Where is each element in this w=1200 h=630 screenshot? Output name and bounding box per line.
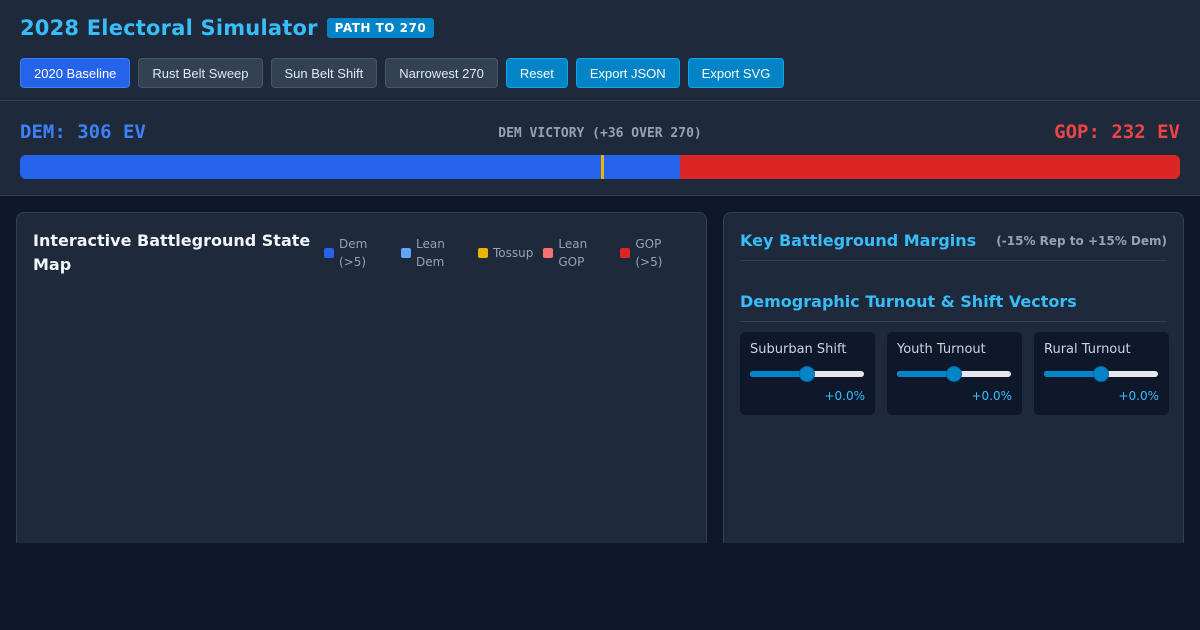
legend-swatch-tossup	[478, 248, 488, 258]
legend-swatch-lean-gop	[543, 248, 554, 258]
threshold-270-marker	[601, 155, 605, 179]
victory-status: DEM VICTORY (+36 OVER 270)	[498, 126, 702, 141]
slider-value: +0.0%	[1118, 389, 1159, 403]
slider-card-rural-turnout: Rural Turnout +0.0%	[1034, 332, 1169, 415]
slider-value: +0.0%	[824, 389, 865, 403]
app-title: 2028 Electoral Simulator	[20, 16, 318, 40]
ev-tally: DEM: 306 EV DEM VICTORY (+36 OVER 270) G…	[0, 101, 1200, 196]
slider-thumb[interactable]	[946, 366, 962, 382]
youth-turnout-slider[interactable]	[897, 366, 1011, 382]
app-header: 2028 Electoral Simulator PATH TO 270 202…	[0, 0, 1200, 101]
slider-value: +0.0%	[971, 389, 1012, 403]
margins-title: Key Battleground Margins	[740, 231, 977, 250]
sun-belt-shift-button[interactable]: Sun Belt Shift	[270, 58, 378, 88]
slider-thumb[interactable]	[799, 366, 815, 382]
slider-thumb[interactable]	[1093, 366, 1109, 382]
legend-label: Lean GOP	[558, 237, 588, 269]
narrowest-270-button[interactable]: Narrowest 270	[385, 58, 498, 88]
suburban-shift-slider[interactable]	[750, 366, 864, 382]
legend-item-tossup: Tossup	[478, 244, 533, 262]
margins-range-note: (-15% Rep to +15% Dem)	[996, 233, 1167, 248]
legend-swatch-dem-safe	[324, 248, 334, 258]
export-json-button[interactable]: Export JSON	[575, 58, 680, 88]
export-svg-button[interactable]: Export SVG	[687, 58, 785, 88]
legend-swatch-lean-dem	[401, 248, 411, 258]
legend-item-lean-dem: Lean Dem	[401, 235, 468, 271]
slider-card-suburban-shift: Suburban Shift +0.0%	[740, 332, 875, 415]
path-badge: PATH TO 270	[326, 18, 435, 38]
legend-swatch-gop-safe	[620, 248, 631, 258]
map-panel-title: Interactive Battleground State Map	[33, 231, 311, 274]
map-panel: Interactive Battleground State Map Dem (…	[16, 212, 707, 543]
legend-label: Dem (>5)	[339, 237, 368, 269]
legend-item-dem-safe: Dem (>5)	[324, 235, 391, 271]
dem-ev-fill	[20, 155, 680, 179]
legend-label: Tossup	[493, 246, 534, 260]
slider-label: Youth Turnout	[897, 342, 986, 357]
gop-ev-total: GOP: 232 EV	[1054, 121, 1180, 143]
gop-ev-fill	[679, 155, 1180, 179]
scenario-toolbar: 2020 Baseline Rust Belt Sweep Sun Belt S…	[20, 58, 785, 88]
rural-turnout-slider[interactable]	[1044, 366, 1158, 382]
turnout-sliders: Suburban Shift +0.0% Youth Turnout +0.0%…	[740, 332, 1169, 415]
margins-header: Key Battleground Margins (-15% Rep to +1…	[740, 231, 1167, 261]
rust-belt-sweep-button[interactable]: Rust Belt Sweep	[138, 58, 263, 88]
slider-label: Rural Turnout	[1044, 342, 1131, 357]
legend-item-lean-gop: Lean GOP	[543, 235, 610, 271]
reset-button[interactable]: Reset	[505, 58, 568, 88]
legend-label: Lean Dem	[416, 237, 445, 269]
turnout-title: Demographic Turnout & Shift Vectors	[740, 292, 1077, 311]
controls-panel: Key Battleground Margins (-15% Rep to +1…	[723, 212, 1184, 543]
turnout-header: Demographic Turnout & Shift Vectors	[740, 292, 1167, 322]
legend-label: GOP (>5)	[635, 237, 663, 269]
map-legend: Dem (>5) Lean Dem Tossup Lean GOP GOP (>…	[324, 235, 687, 271]
legend-item-gop-safe: GOP (>5)	[620, 235, 687, 271]
slider-card-youth-turnout: Youth Turnout +0.0%	[887, 332, 1022, 415]
baseline-2020-button[interactable]: 2020 Baseline	[20, 58, 131, 88]
slider-label: Suburban Shift	[750, 342, 847, 357]
ev-progress-bar	[20, 155, 1180, 179]
title-row: 2028 Electoral Simulator PATH TO 270	[20, 15, 435, 41]
